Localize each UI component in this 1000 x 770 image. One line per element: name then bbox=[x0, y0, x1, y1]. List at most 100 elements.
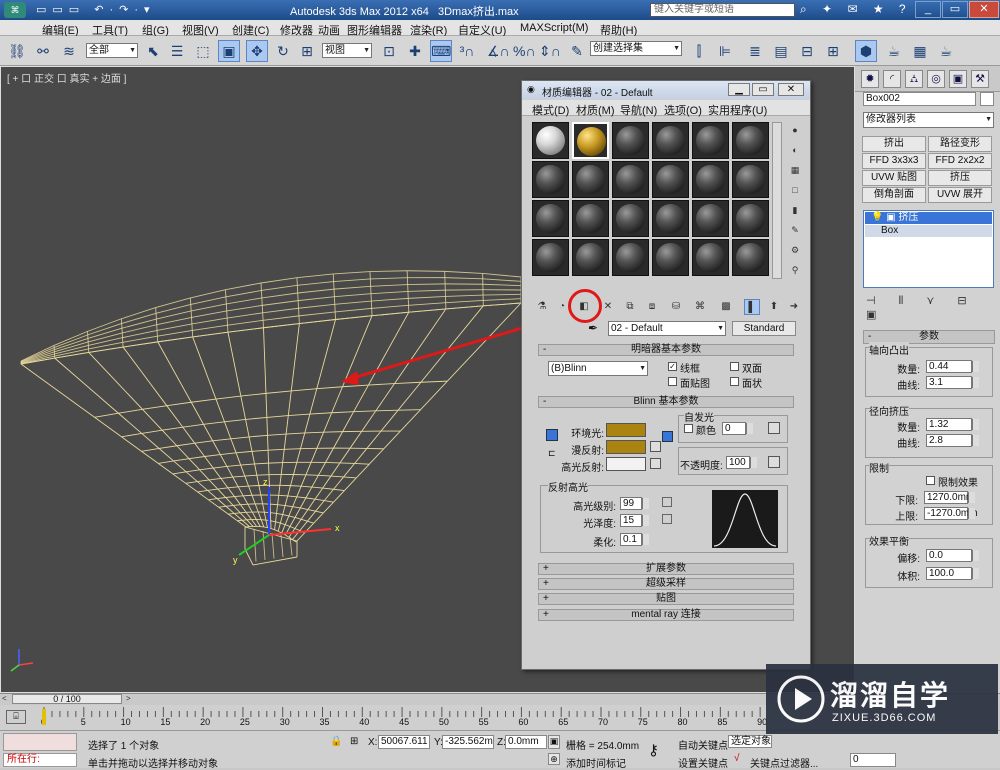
backlight-icon[interactable]: ◐ bbox=[787, 143, 803, 157]
modify-tab-icon[interactable]: ◜ bbox=[883, 70, 901, 88]
specular-color-swatch[interactable] bbox=[606, 457, 646, 471]
curve-toggle-icon[interactable]: ⌸ bbox=[6, 710, 26, 724]
material-slot[interactable] bbox=[612, 200, 649, 237]
radial-curve-spinner[interactable]: 2.8 bbox=[926, 434, 972, 447]
slots-scrollbar[interactable] bbox=[772, 122, 782, 279]
material-slot[interactable] bbox=[572, 239, 609, 276]
key-mode-icon[interactable]: ⚷ bbox=[648, 741, 659, 759]
unwrap-uvw-button[interactable]: UVW 展开 bbox=[928, 187, 992, 203]
gloss-spinner[interactable]: 15 bbox=[620, 514, 642, 527]
material-slot[interactable] bbox=[612, 161, 649, 198]
two-sided-checkbox[interactable] bbox=[730, 362, 739, 371]
extended-params-rollout[interactable]: +扩展参数 bbox=[538, 563, 794, 575]
med-menu-utilities[interactable]: 实用程序(U) bbox=[708, 102, 767, 118]
med-close-button[interactable]: ✕ bbox=[778, 83, 804, 96]
quick-access-icons[interactable]: ▭▭▭ ↶·↷·▾ bbox=[36, 3, 156, 16]
material-slot[interactable] bbox=[612, 122, 649, 159]
supersampling-rollout[interactable]: +超级采样 bbox=[538, 578, 794, 590]
motion-tab-icon[interactable]: ◎ bbox=[927, 70, 945, 88]
med-menu-navigation[interactable]: 导航(N) bbox=[620, 102, 657, 118]
volume-spinner[interactable]: 100.0 bbox=[926, 567, 972, 580]
med-menu-material[interactable]: 材质(M) bbox=[576, 102, 615, 118]
select-by-name-icon[interactable]: ☰ bbox=[166, 40, 188, 62]
ffd222-button[interactable]: FFD 2x2x2 bbox=[928, 153, 992, 169]
lock-icon[interactable]: ⊏ bbox=[548, 448, 556, 459]
spec-level-map-button[interactable] bbox=[662, 497, 672, 507]
material-slot[interactable] bbox=[732, 122, 769, 159]
wire-checkbox[interactable]: ✓ bbox=[668, 362, 677, 371]
maxscript-mini-listener[interactable]: 所在行: bbox=[3, 753, 77, 767]
display-tab-icon[interactable]: ▣ bbox=[949, 70, 967, 88]
curve-editor-icon[interactable]: ⊟ bbox=[796, 40, 818, 62]
lower-limit-spinner[interactable]: 1270.0mm bbox=[924, 491, 968, 504]
pivot-center-icon[interactable]: ⊡ bbox=[378, 40, 400, 62]
video-color-icon[interactable]: ▮ bbox=[787, 203, 803, 217]
select-rotate-icon[interactable]: ↻ bbox=[272, 40, 294, 62]
object-color-swatch[interactable] bbox=[980, 92, 994, 106]
opacity-map-button[interactable] bbox=[768, 456, 780, 468]
reset-material-icon[interactable]: ✕ bbox=[600, 299, 616, 315]
specular-map-button[interactable] bbox=[650, 458, 661, 469]
material-name-select[interactable]: 02 - Default bbox=[608, 321, 726, 336]
maxscript-listener[interactable] bbox=[3, 733, 77, 751]
options-icon[interactable]: ⚙ bbox=[787, 243, 803, 257]
diffuse-map-button[interactable] bbox=[650, 441, 661, 452]
reference-coord-select[interactable]: 视图 bbox=[322, 43, 372, 58]
get-material-icon[interactable]: ⚗ bbox=[534, 299, 550, 315]
maps-rollout[interactable]: +贴图 bbox=[538, 593, 794, 605]
timeslider-next-icon[interactable]: > bbox=[126, 694, 131, 703]
limit-effect-checkbox[interactable] bbox=[926, 476, 935, 485]
absolute-mode-icon[interactable]: ⊞ bbox=[350, 736, 358, 747]
med-menu-modes[interactable]: 模式(D) bbox=[532, 102, 569, 118]
material-slot[interactable] bbox=[692, 161, 729, 198]
maximize-button[interactable]: ▭ bbox=[942, 1, 968, 18]
med-menu-options[interactable]: 选项(O) bbox=[664, 102, 702, 118]
material-slot[interactable] bbox=[732, 161, 769, 198]
material-slot[interactable] bbox=[532, 122, 569, 159]
close-button[interactable]: ✕ bbox=[969, 1, 999, 18]
material-slot[interactable] bbox=[732, 239, 769, 276]
blinn-rollout-header[interactable]: -Blinn 基本参数 bbox=[538, 396, 794, 408]
schematic-view-icon[interactable]: ⊞ bbox=[822, 40, 844, 62]
mini-curve-toggle[interactable]: ⌸ bbox=[0, 705, 40, 730]
eyedropper-icon[interactable]: ✒ bbox=[588, 321, 598, 335]
material-editor-titlebar[interactable]: ◉ 材质编辑器 - 02 - Default ▁ ▭ ✕ bbox=[522, 81, 810, 99]
axial-curve-spinner[interactable]: 3.1 bbox=[926, 376, 972, 389]
render-production-icon[interactable]: ☕ bbox=[935, 40, 957, 62]
current-frame-field[interactable]: 0 bbox=[850, 753, 896, 767]
y-coordinate-field[interactable]: -325.562m bbox=[442, 735, 494, 749]
put-to-library-icon[interactable]: ⛁ bbox=[668, 299, 684, 315]
axial-amount-spinner[interactable]: 0.44 bbox=[926, 360, 972, 373]
mental-ray-rollout[interactable]: +mental ray 连接 bbox=[538, 609, 794, 621]
extrude-mod-button[interactable]: 挤出 bbox=[862, 136, 926, 152]
angle-snap-icon[interactable]: ∡∩ bbox=[486, 40, 508, 62]
uvw-map-button[interactable]: UVW 贴图 bbox=[862, 170, 926, 186]
graphite-icon[interactable]: ▤ bbox=[770, 40, 792, 62]
make-copy-icon[interactable]: ⧉ bbox=[622, 299, 638, 315]
x-coordinate-field[interactable]: 50067.611 bbox=[378, 735, 430, 749]
select-manipulate-icon[interactable]: ✚ bbox=[404, 40, 426, 62]
auto-key-button[interactable]: 自动关键点 bbox=[678, 737, 728, 752]
minimize-button[interactable]: _ bbox=[915, 1, 941, 18]
material-slot[interactable] bbox=[652, 122, 689, 159]
faceted-checkbox[interactable] bbox=[730, 377, 739, 386]
material-slot[interactable] bbox=[692, 239, 729, 276]
material-editor-window[interactable]: ◉ 材质编辑器 - 02 - Default ▁ ▭ ✕ 模式(D) 材质(M)… bbox=[521, 80, 811, 670]
stack-item-squeeze[interactable]: 💡 ▣ 挤压 bbox=[865, 212, 992, 224]
show-end-result-icon[interactable]: ▌ bbox=[744, 299, 760, 315]
time-slider-thumb[interactable]: 0 / 100 bbox=[12, 694, 122, 704]
uv-tiling-icon[interactable]: □ bbox=[787, 183, 803, 197]
upper-limit-spinner[interactable]: -1270.0mm bbox=[924, 507, 968, 520]
med-minimize-button[interactable]: ▁ bbox=[728, 83, 750, 96]
stack-tools-icons[interactable]: ⊣ ⫴ ⋎ ⊟ ▣ bbox=[866, 294, 1000, 321]
material-slot[interactable] bbox=[652, 161, 689, 198]
link-icon[interactable]: ⛓ bbox=[6, 40, 28, 62]
med-maximize-button[interactable]: ▭ bbox=[752, 83, 774, 96]
rendered-frame-icon[interactable]: ▦ bbox=[909, 40, 931, 62]
diffuse-color-swatch[interactable] bbox=[606, 440, 646, 454]
bias-spinner[interactable]: 0.0 bbox=[926, 549, 972, 562]
lightbulb-icon[interactable]: 💡 bbox=[871, 212, 883, 223]
info-center-icons[interactable]: ⌕ ✦ ✉ ★ ? bbox=[800, 2, 912, 17]
material-slot[interactable] bbox=[652, 239, 689, 276]
radial-amount-spinner[interactable]: 1.32 bbox=[926, 418, 972, 431]
